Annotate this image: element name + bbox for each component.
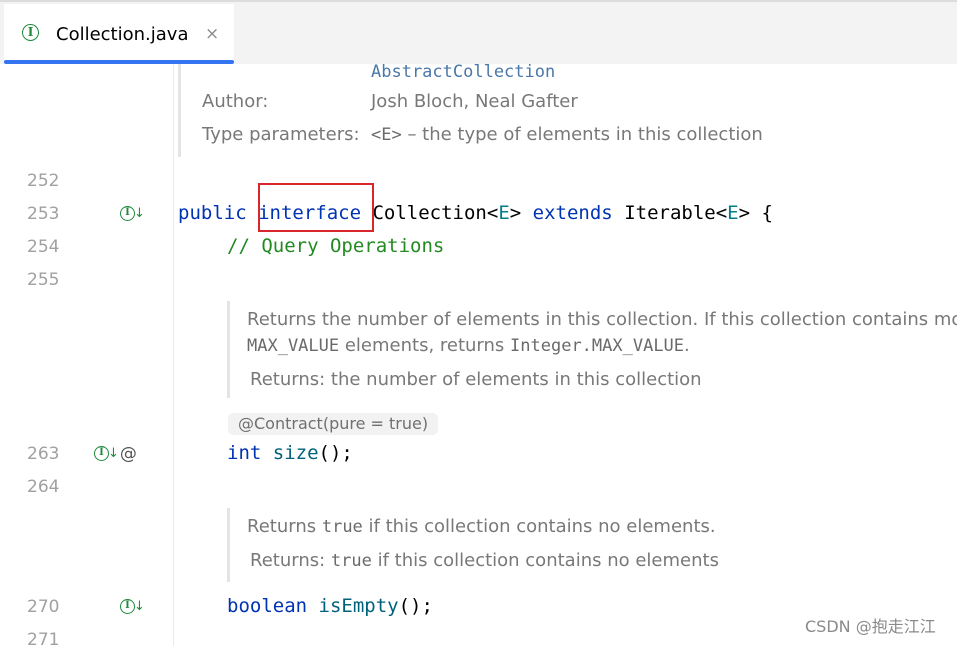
method-name: isEmpty bbox=[318, 595, 399, 617]
keyword-public: public bbox=[178, 202, 247, 224]
method-size-declaration: int size(); bbox=[227, 441, 353, 465]
keyword-boolean: boolean bbox=[227, 595, 308, 617]
punct: > bbox=[509, 202, 533, 224]
code-comment: // Query Operations bbox=[227, 235, 445, 257]
doc-text: if this collection contains no elements bbox=[371, 550, 719, 571]
doc-text: if this collection contains no elements. bbox=[362, 516, 716, 537]
interface-icon: I bbox=[22, 24, 39, 41]
arrow-down-icon: ↓ bbox=[108, 445, 119, 461]
implemented-by-gutter-icon[interactable]: I ↓ bbox=[120, 596, 145, 617]
interface-overriding-icon: I bbox=[120, 206, 135, 221]
type-param: E bbox=[727, 202, 739, 224]
type-param-code: <E> bbox=[371, 125, 402, 145]
type-params-label: Type parameters: bbox=[202, 124, 360, 145]
gutter-border bbox=[173, 64, 174, 646]
interface-overriding-icon: I bbox=[94, 446, 109, 461]
doc-text: . bbox=[684, 335, 690, 356]
line-number: 255 bbox=[27, 270, 60, 290]
doc-text: Returns: bbox=[250, 550, 331, 571]
line-number: 264 bbox=[27, 477, 60, 497]
annotation-at-icon: @ bbox=[119, 443, 137, 464]
line-number: 263 bbox=[27, 444, 60, 464]
doc-isempty-line1: Returns true if this collection contains… bbox=[247, 516, 716, 538]
see-also-link[interactable]: AbstractCollection bbox=[371, 60, 555, 84]
doc-text: Returns bbox=[247, 516, 322, 537]
type-param: E bbox=[498, 202, 510, 224]
doc-block-bar bbox=[178, 64, 181, 157]
doc-block-bar bbox=[227, 301, 230, 398]
inline-code: true bbox=[330, 551, 372, 571]
inline-code: true bbox=[321, 517, 363, 537]
method-isempty-declaration: boolean isEmpty(); bbox=[227, 594, 433, 618]
type-params-text: – the type of elements in this collectio… bbox=[401, 124, 763, 145]
doc-size-returns: Returns: the number of elements in this … bbox=[250, 369, 702, 390]
inline-code: Integer.MAX_VALUE bbox=[510, 336, 685, 356]
tab-label: Collection.java bbox=[56, 24, 189, 45]
line-number: 253 bbox=[27, 204, 60, 224]
doc-size-line2: MAX_VALUE elements, returns Integer.MAX_… bbox=[247, 335, 690, 357]
method-name: size bbox=[272, 442, 319, 464]
author-label: Author: bbox=[202, 91, 269, 112]
keyword-extends: extends bbox=[532, 202, 613, 224]
line-number: 252 bbox=[27, 171, 60, 191]
class-name: Collection< bbox=[361, 202, 499, 224]
tab-collection-java[interactable]: I Collection.java × bbox=[4, 4, 234, 60]
doc-isempty-returns: Returns: true if this collection contain… bbox=[250, 550, 719, 572]
doc-size-line1: Returns the number of elements in this c… bbox=[247, 309, 957, 330]
implemented-by-gutter-icon[interactable]: I ↓@ bbox=[94, 443, 137, 464]
interface-overriding-icon: I bbox=[120, 599, 135, 614]
arrow-down-icon: ↓ bbox=[134, 205, 145, 221]
arrow-down-icon: ↓ bbox=[134, 598, 145, 614]
watermark: CSDN @抱走江江 bbox=[805, 617, 936, 636]
highlight-box bbox=[258, 183, 374, 232]
active-tab-indicator bbox=[4, 60, 234, 64]
contract-annotation-hint[interactable]: @Contract(pure = true) bbox=[228, 413, 439, 435]
inline-code: MAX_VALUE bbox=[247, 336, 340, 356]
line-number: 271 bbox=[27, 630, 60, 650]
doc-text: elements, returns bbox=[339, 335, 511, 356]
keyword-int: int bbox=[227, 442, 262, 464]
line-number: 254 bbox=[27, 237, 60, 257]
type-params-value: <E> – the type of elements in this colle… bbox=[371, 124, 763, 146]
doc-block-bar bbox=[227, 508, 230, 582]
line-number: 270 bbox=[27, 597, 60, 617]
superinterface-name: Iterable< bbox=[612, 202, 728, 224]
punct: > { bbox=[738, 202, 773, 224]
implemented-by-gutter-icon[interactable]: I ↓ bbox=[120, 203, 145, 224]
close-icon[interactable]: × bbox=[205, 23, 219, 45]
punct: (); bbox=[398, 595, 433, 617]
punct: (); bbox=[318, 442, 353, 464]
author-value: Josh Bloch, Neal Gafter bbox=[371, 91, 578, 112]
